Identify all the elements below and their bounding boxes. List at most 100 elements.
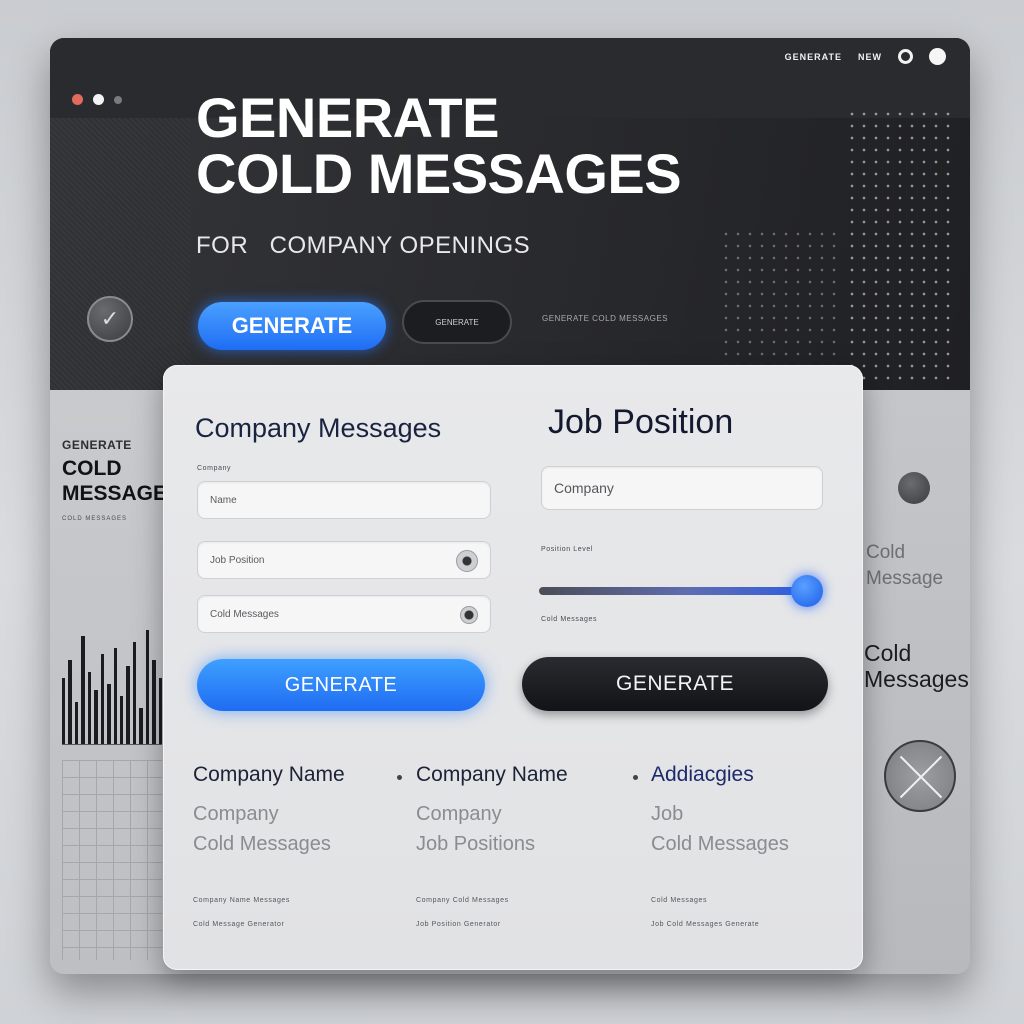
column-heading: Addiacgies <box>651 763 754 786</box>
check-circle-icon[interactable]: ✓ <box>87 296 133 342</box>
position-level-slider[interactable] <box>539 587 809 595</box>
separator-dot <box>397 775 402 780</box>
mini-bar <box>132 642 137 744</box>
decorative-grid <box>62 760 162 960</box>
results-column-1: Company Name Company Cold Messages Compa… <box>193 763 345 937</box>
radio-toggle-small-icon[interactable] <box>460 606 478 624</box>
hero-title-line-2: Cold Messages <box>196 142 682 205</box>
hero-generate-button[interactable]: Generate <box>198 302 386 350</box>
column-subtext-line-1: Company <box>416 803 502 825</box>
column-tiny-line-1: Cold Messages <box>651 897 708 904</box>
company-input-value: Company <box>554 480 614 496</box>
column-tiny-text: Company Cold Messages Job Position Gener… <box>416 889 568 937</box>
company-field-label: Company <box>197 465 232 472</box>
mini-bar <box>139 708 143 744</box>
mini-bar <box>126 666 130 744</box>
right-panel-cold-line-1: Cold <box>864 640 912 666</box>
close-window-icon[interactable] <box>72 94 83 105</box>
company-name-input-value: Name <box>210 494 237 506</box>
left-panel-big-line-1: COLD <box>62 457 122 480</box>
hero-small-caption: GENERATE COLD MESSAGES <box>542 314 668 323</box>
compass-icon[interactable] <box>884 740 956 812</box>
ring-icon[interactable] <box>898 49 913 64</box>
mini-bar <box>100 654 105 744</box>
maximize-window-icon[interactable] <box>114 96 122 104</box>
company-input[interactable]: Company <box>541 466 823 510</box>
generate-button-primary[interactable]: Generate <box>197 659 485 711</box>
column-tiny-line-1: Company Name Messages <box>193 897 291 904</box>
column-tiny-line-2: Job Position Generator <box>416 921 501 928</box>
left-panel-tiny-caption: COLD MESSAGES <box>62 516 128 522</box>
hero-title-line-1: Generate <box>196 86 500 149</box>
column-subtext: Company Job Positions <box>416 799 568 859</box>
mini-bar <box>62 678 66 744</box>
mini-bar <box>87 672 92 744</box>
generate-button-dark[interactable]: Generate <box>522 657 828 711</box>
hero-title: Generate Cold Messages <box>196 86 682 205</box>
right-panel-cold-line-2: Messages <box>864 666 969 692</box>
mini-bar <box>158 678 162 744</box>
column-subtext-line-2: Job Positions <box>416 833 535 855</box>
left-panel-big-line-2: MESSAGE <box>62 482 168 505</box>
results-column-3: Addiacgies Job Cold Messages Cold Messag… <box>651 763 789 937</box>
slider-handle[interactable] <box>791 575 823 607</box>
column-heading: Company Name <box>193 763 345 786</box>
cold-messages-input[interactable]: Cold Messages <box>197 595 491 633</box>
minimize-window-icon[interactable] <box>93 94 104 105</box>
company-name-input[interactable]: Name <box>197 481 491 519</box>
right-side-panel: Cold Message Cold Messages <box>862 390 970 974</box>
decorative-dot-grid-secondary <box>720 228 840 388</box>
column-subtext-line-2: Cold Messages <box>651 833 789 855</box>
profile-dot-icon[interactable] <box>929 48 946 65</box>
hero-section: GENERATE NEW Generate Cold Messages For … <box>50 38 970 390</box>
right-panel-ghost-text: Cold Message <box>866 540 943 592</box>
mini-bar <box>68 660 72 744</box>
window-controls <box>72 94 122 105</box>
mini-bar <box>152 660 156 744</box>
job-position-heading: Job Position <box>548 403 734 441</box>
hero-texture <box>50 118 190 390</box>
radio-toggle-icon[interactable] <box>456 550 478 572</box>
mini-bar <box>107 684 111 744</box>
mini-bar <box>113 648 117 744</box>
company-messages-heading: Company Messages <box>195 413 442 443</box>
top-menu-item[interactable]: GENERATE <box>785 52 842 62</box>
column-subtext-line-1: Job <box>651 803 684 825</box>
results-column-2: Company Name Company Job Positions Compa… <box>416 763 568 937</box>
right-panel-ghost-line-1: Cold <box>866 542 906 563</box>
column-tiny-line-1: Company Cold Messages <box>416 897 509 904</box>
cold-messages-input-value: Cold Messages <box>210 608 279 620</box>
mini-bar-chart <box>62 614 162 745</box>
generator-card: Company Messages Job Position Company Na… <box>163 365 863 970</box>
mini-bar <box>145 630 150 744</box>
right-panel-cold-text: Cold Messages <box>864 640 969 692</box>
separator-dot <box>633 775 638 780</box>
knob-icon[interactable] <box>898 472 930 504</box>
mini-bar-chart-axis <box>62 744 162 745</box>
mini-bar <box>119 696 124 744</box>
decorative-dot-grid <box>846 108 956 388</box>
mini-bar <box>81 636 85 744</box>
hero-subtitle: For Company Openings <box>196 232 531 259</box>
left-side-panel: GENERATE COLD MESSAGE COLD MESSAGES <box>50 390 167 974</box>
mini-bar <box>74 702 79 744</box>
left-panel-small-title: GENERATE <box>62 438 132 452</box>
top-right-controls: GENERATE NEW <box>785 48 946 65</box>
column-tiny-text: Cold Messages Job Cold Messages Generate <box>651 889 789 937</box>
slider-caption: Cold Messages <box>541 616 598 623</box>
column-subtext-line-2: Cold Messages <box>193 833 331 855</box>
column-heading: Company Name <box>416 763 568 786</box>
column-tiny-line-2: Job Cold Messages Generate <box>651 921 760 928</box>
mini-bar <box>94 690 98 744</box>
top-menu-item-small[interactable]: NEW <box>858 52 882 62</box>
column-tiny-text: Company Name Messages Cold Message Gener… <box>193 889 345 937</box>
left-panel-big-title: COLD MESSAGE <box>62 456 167 506</box>
job-position-input[interactable]: Job Position <box>197 541 491 579</box>
column-subtext-line-1: Company <box>193 803 279 825</box>
hero-secondary-button[interactable]: GENERATE <box>402 300 512 344</box>
right-panel-ghost-line-2: Message <box>866 568 944 589</box>
column-subtext: Job Cold Messages <box>651 799 789 859</box>
slider-label: Position Level <box>541 546 593 553</box>
job-position-input-value: Job Position <box>210 554 265 566</box>
column-tiny-line-2: Cold Message Generator <box>193 921 285 928</box>
